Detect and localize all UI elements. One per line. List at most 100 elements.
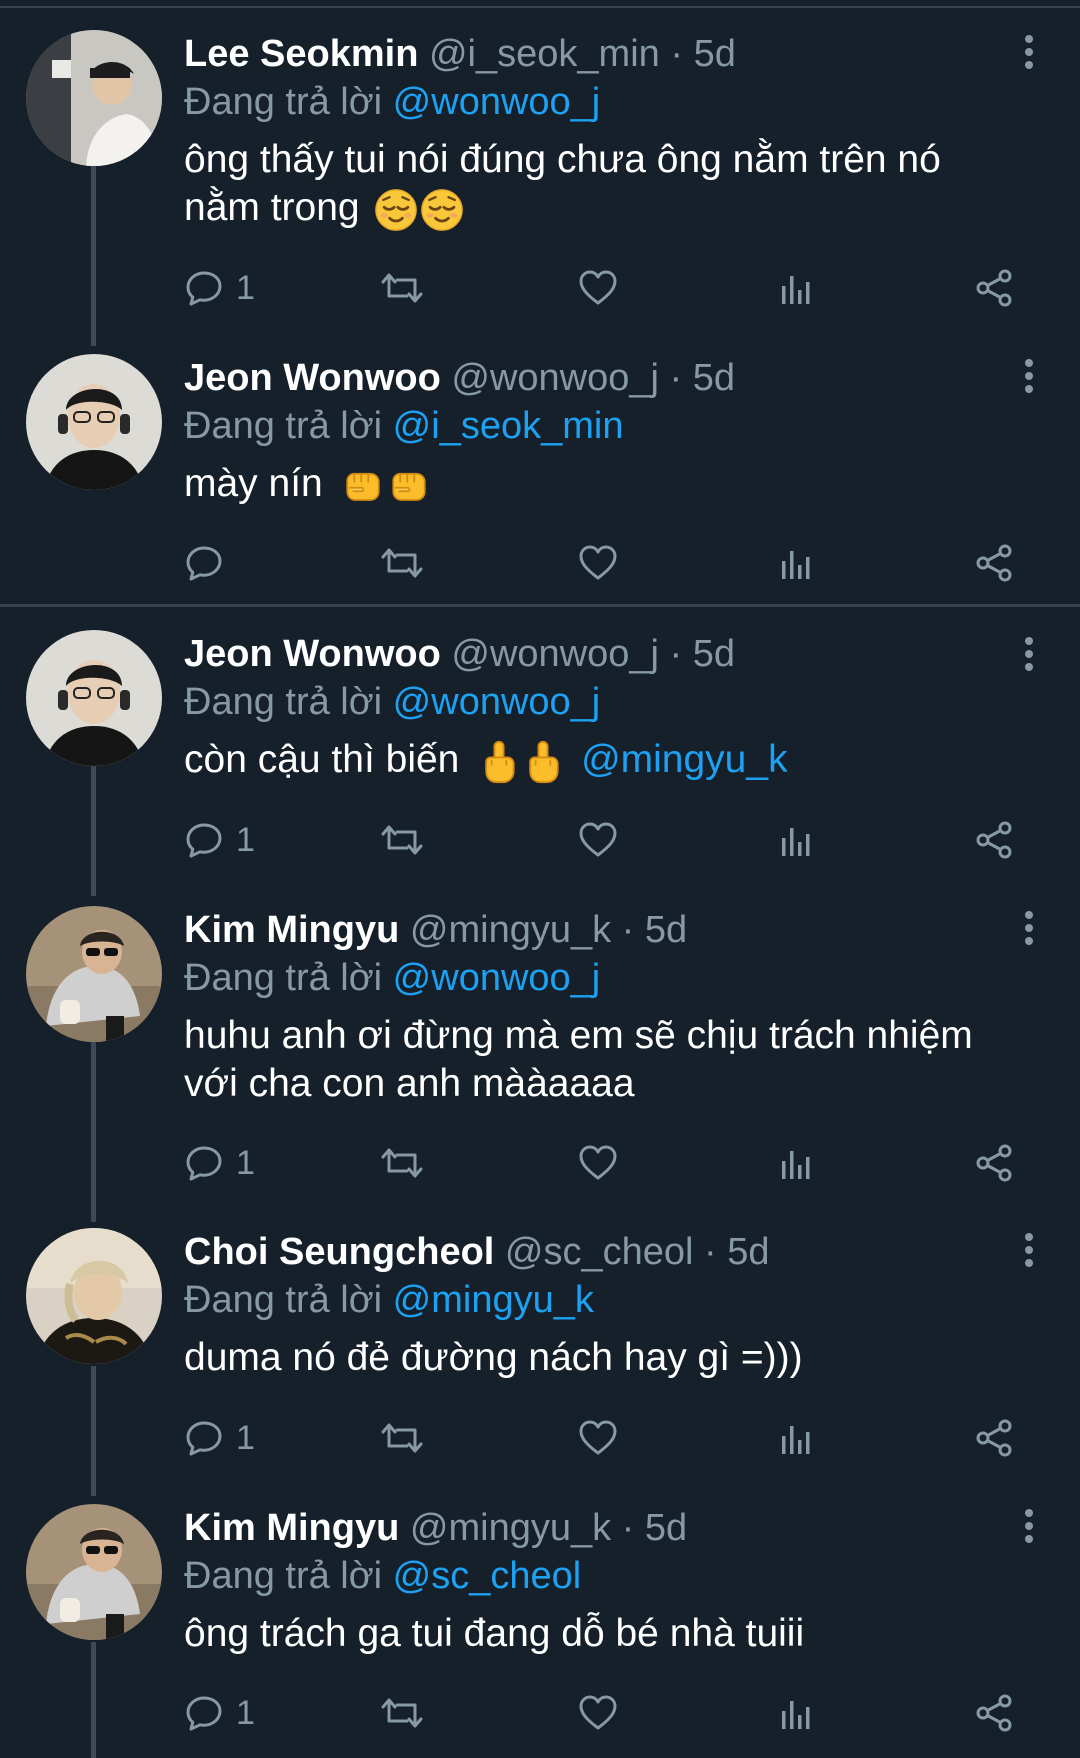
analytics-button[interactable] [776,539,816,587]
reply-button[interactable] [184,539,236,587]
more-vertical-icon[interactable] [1024,358,1034,394]
retweet-icon [380,543,424,583]
timestamp[interactable]: 5d [693,357,735,399]
avatar[interactable] [26,30,162,166]
like-button[interactable] [578,539,618,587]
retweet-icon [380,820,424,860]
user-handle[interactable]: @i_seok_min [429,33,660,75]
timestamp[interactable]: 5d [693,633,735,675]
reply-icon [184,1693,224,1733]
retweet-button[interactable] [380,1414,424,1462]
share-button[interactable] [974,264,1014,312]
display-name[interactable]: Kim Mingyu [184,1507,399,1549]
timestamp[interactable]: 5d [727,1231,769,1273]
timestamp[interactable]: 5d [645,1507,687,1549]
analytics-button[interactable] [776,1414,816,1462]
analytics-button[interactable] [776,1139,816,1187]
analytics-icon [776,820,816,860]
heart-icon [578,543,618,583]
thread-line [91,1642,96,1758]
reply-to-mention[interactable]: @wonwoo_j [393,681,601,723]
retweet-icon [380,1693,424,1733]
avatar[interactable] [26,354,162,490]
more-vertical-icon[interactable] [1024,636,1034,672]
timestamp[interactable]: 5d [645,909,687,951]
reply-button[interactable]: 1 [184,1414,255,1462]
reply-to-mention[interactable]: @wonwoo_j [393,957,601,999]
share-button[interactable] [974,816,1014,864]
tweet-text: huhu anh ơi đừng mà em sẽ chịu trách nhi… [184,1012,1040,1108]
more-vertical-icon[interactable] [1024,1508,1034,1544]
display-name[interactable]: Jeon Wonwoo [184,633,441,675]
analytics-icon [776,543,816,583]
avatar[interactable] [26,1504,162,1640]
reply-to-mention[interactable]: @wonwoo_j [393,81,601,123]
like-button[interactable] [578,816,618,864]
like-button[interactable] [578,1414,618,1462]
replying-to: Đang trả lời @i_seok_min [184,402,1040,450]
timestamp[interactable]: 5d [694,33,736,75]
reply-to-mention[interactable]: @i_seok_min [393,405,624,447]
reply-button[interactable]: 1 [184,1139,255,1187]
display-name[interactable]: Choi Seungcheol [184,1231,494,1273]
display-name[interactable]: Kim Mingyu [184,909,399,951]
avatar[interactable] [26,1228,162,1364]
share-button[interactable] [974,1414,1014,1462]
user-handle[interactable]: @sc_cheol [505,1231,694,1273]
separator-dot: · [621,909,635,951]
relieved-face-emoji-icon [420,188,464,232]
reply-to-mention[interactable]: @mingyu_k [393,1279,594,1321]
analytics-button[interactable] [776,1689,816,1737]
reply-button[interactable]: 1 [184,1689,255,1737]
tweet-actions: 1 [184,1414,1024,1462]
like-button[interactable] [578,264,618,312]
reply-count: 1 [236,1418,255,1457]
display-name[interactable]: Jeon Wonwoo [184,357,441,399]
tweet-text-line: huhu anh ơi đừng mà em sẽ chịu trách nhi… [184,1014,973,1057]
share-button[interactable] [974,1139,1014,1187]
avatar[interactable] [26,906,162,1042]
middle-finger-emoji-icon [524,740,562,784]
heart-icon [578,820,618,860]
display-name[interactable]: Lee Seokmin [184,33,418,75]
relieved-face-emoji-icon [374,188,418,232]
user-handle[interactable]: @wonwoo_j [451,357,659,399]
tweet-header: Jeon Wonwoo @wonwoo_j · 5d [184,630,1040,678]
tweet-text-line: ông trách ga tui đang dỗ bé nhà tuiii [184,1612,805,1655]
retweet-button[interactable] [380,539,424,587]
share-button[interactable] [974,1689,1014,1737]
like-button[interactable] [578,1689,618,1737]
tweet-mention[interactable]: @mingyu_k [581,738,788,781]
more-vertical-icon[interactable] [1024,1232,1034,1268]
analytics-icon [776,268,816,308]
retweet-button[interactable] [380,1689,424,1737]
more-vertical-icon[interactable] [1024,34,1034,70]
reply-button[interactable]: 1 [184,816,255,864]
reply-button[interactable]: 1 [184,264,255,312]
share-icon [974,820,1014,860]
analytics-icon [776,1418,816,1458]
separator-dot: · [621,1507,635,1549]
retweet-button[interactable] [380,816,424,864]
heart-icon [578,1143,618,1183]
analytics-button[interactable] [776,264,816,312]
heart-icon [578,1693,618,1733]
tweet-header: Choi Seungcheol @sc_cheol · 5d [184,1228,1040,1276]
reply-icon [184,1143,224,1183]
user-handle[interactable]: @wonwoo_j [451,633,659,675]
share-button[interactable] [974,539,1014,587]
more-vertical-icon[interactable] [1024,910,1034,946]
retweet-button[interactable] [380,264,424,312]
reply-icon [184,543,224,583]
like-button[interactable] [578,1139,618,1187]
tweet-actions [184,539,1024,587]
avatar[interactable] [26,630,162,766]
share-icon [974,1693,1014,1733]
analytics-button[interactable] [776,816,816,864]
user-handle[interactable]: @mingyu_k [410,1507,611,1549]
user-handle[interactable]: @mingyu_k [410,909,611,951]
reply-to-mention[interactable]: @sc_cheol [393,1555,582,1597]
tweet-text: duma nó đẻ đường nách hay gì =))) [184,1334,1040,1382]
retweet-button[interactable] [380,1139,424,1187]
tweet-text-line: với cha con anh mààaaaa [184,1062,635,1105]
